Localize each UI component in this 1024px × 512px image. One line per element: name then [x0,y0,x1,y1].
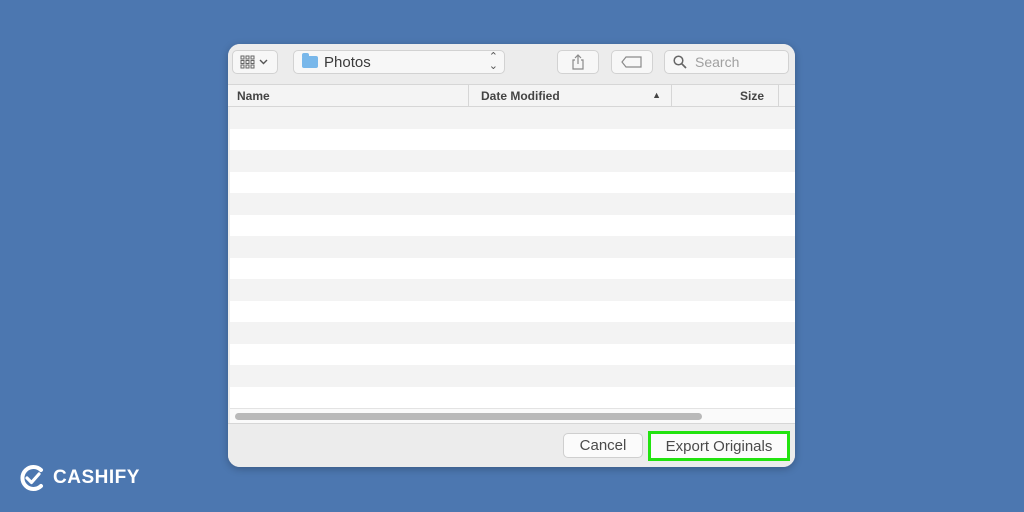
brand-logo: CASHIFY [18,461,140,495]
share-icon [572,54,584,70]
list-row [230,172,795,194]
column-extra[interactable] [779,85,795,106]
location-popup[interactable]: Photos ⌃ ⌄ [293,50,505,74]
column-name[interactable]: Name [228,85,469,106]
tag-icon [621,56,642,68]
column-size-label: Size [739,88,764,103]
column-size[interactable]: Size [672,85,779,106]
column-date-modified[interactable]: Date Modified ▲ [469,85,672,106]
scrollbar-thumb[interactable] [235,413,702,420]
list-row [230,215,795,237]
list-row [230,107,795,129]
dialog-toolbar: Photos ⌃ ⌄ [228,44,795,84]
file-list[interactable] [230,107,795,451]
location-label: Photos [324,53,371,71]
list-row [230,279,795,301]
chevron-updown-icon: ⌃ ⌄ [488,51,498,72]
search-field[interactable] [664,50,789,74]
export-dialog: Photos ⌃⌄ Name Date Modified [228,44,795,467]
list-row [230,387,795,409]
list-row [230,365,795,387]
column-date-label: Date Modified [481,88,560,103]
cancel-button[interactable]: Cancel [563,433,643,458]
column-header: Name Date Modified ▲ Size [228,84,795,107]
tag-button[interactable] [611,50,653,74]
list-row [230,258,795,280]
list-row [230,301,795,323]
folder-icon [302,53,318,68]
list-row [230,344,795,366]
share-button[interactable] [557,50,599,74]
view-options-button[interactable] [232,50,278,74]
list-row [230,129,795,151]
search-input[interactable] [693,53,787,71]
cashify-logo-icon [20,465,43,491]
brand-name: CASHIFY [53,467,140,488]
export-originals-button[interactable]: Export Originals [648,431,790,461]
search-icon [673,55,687,69]
list-row [230,236,795,258]
column-name-label: Name [237,88,270,103]
list-row [230,322,795,344]
list-row [230,193,795,215]
grid-view-icon [240,55,268,69]
dialog-footer: Cancel Export Originals [228,423,795,467]
sort-ascending-icon: ▲ [652,90,661,100]
list-row [230,150,795,172]
horizontal-scrollbar[interactable] [230,408,795,423]
